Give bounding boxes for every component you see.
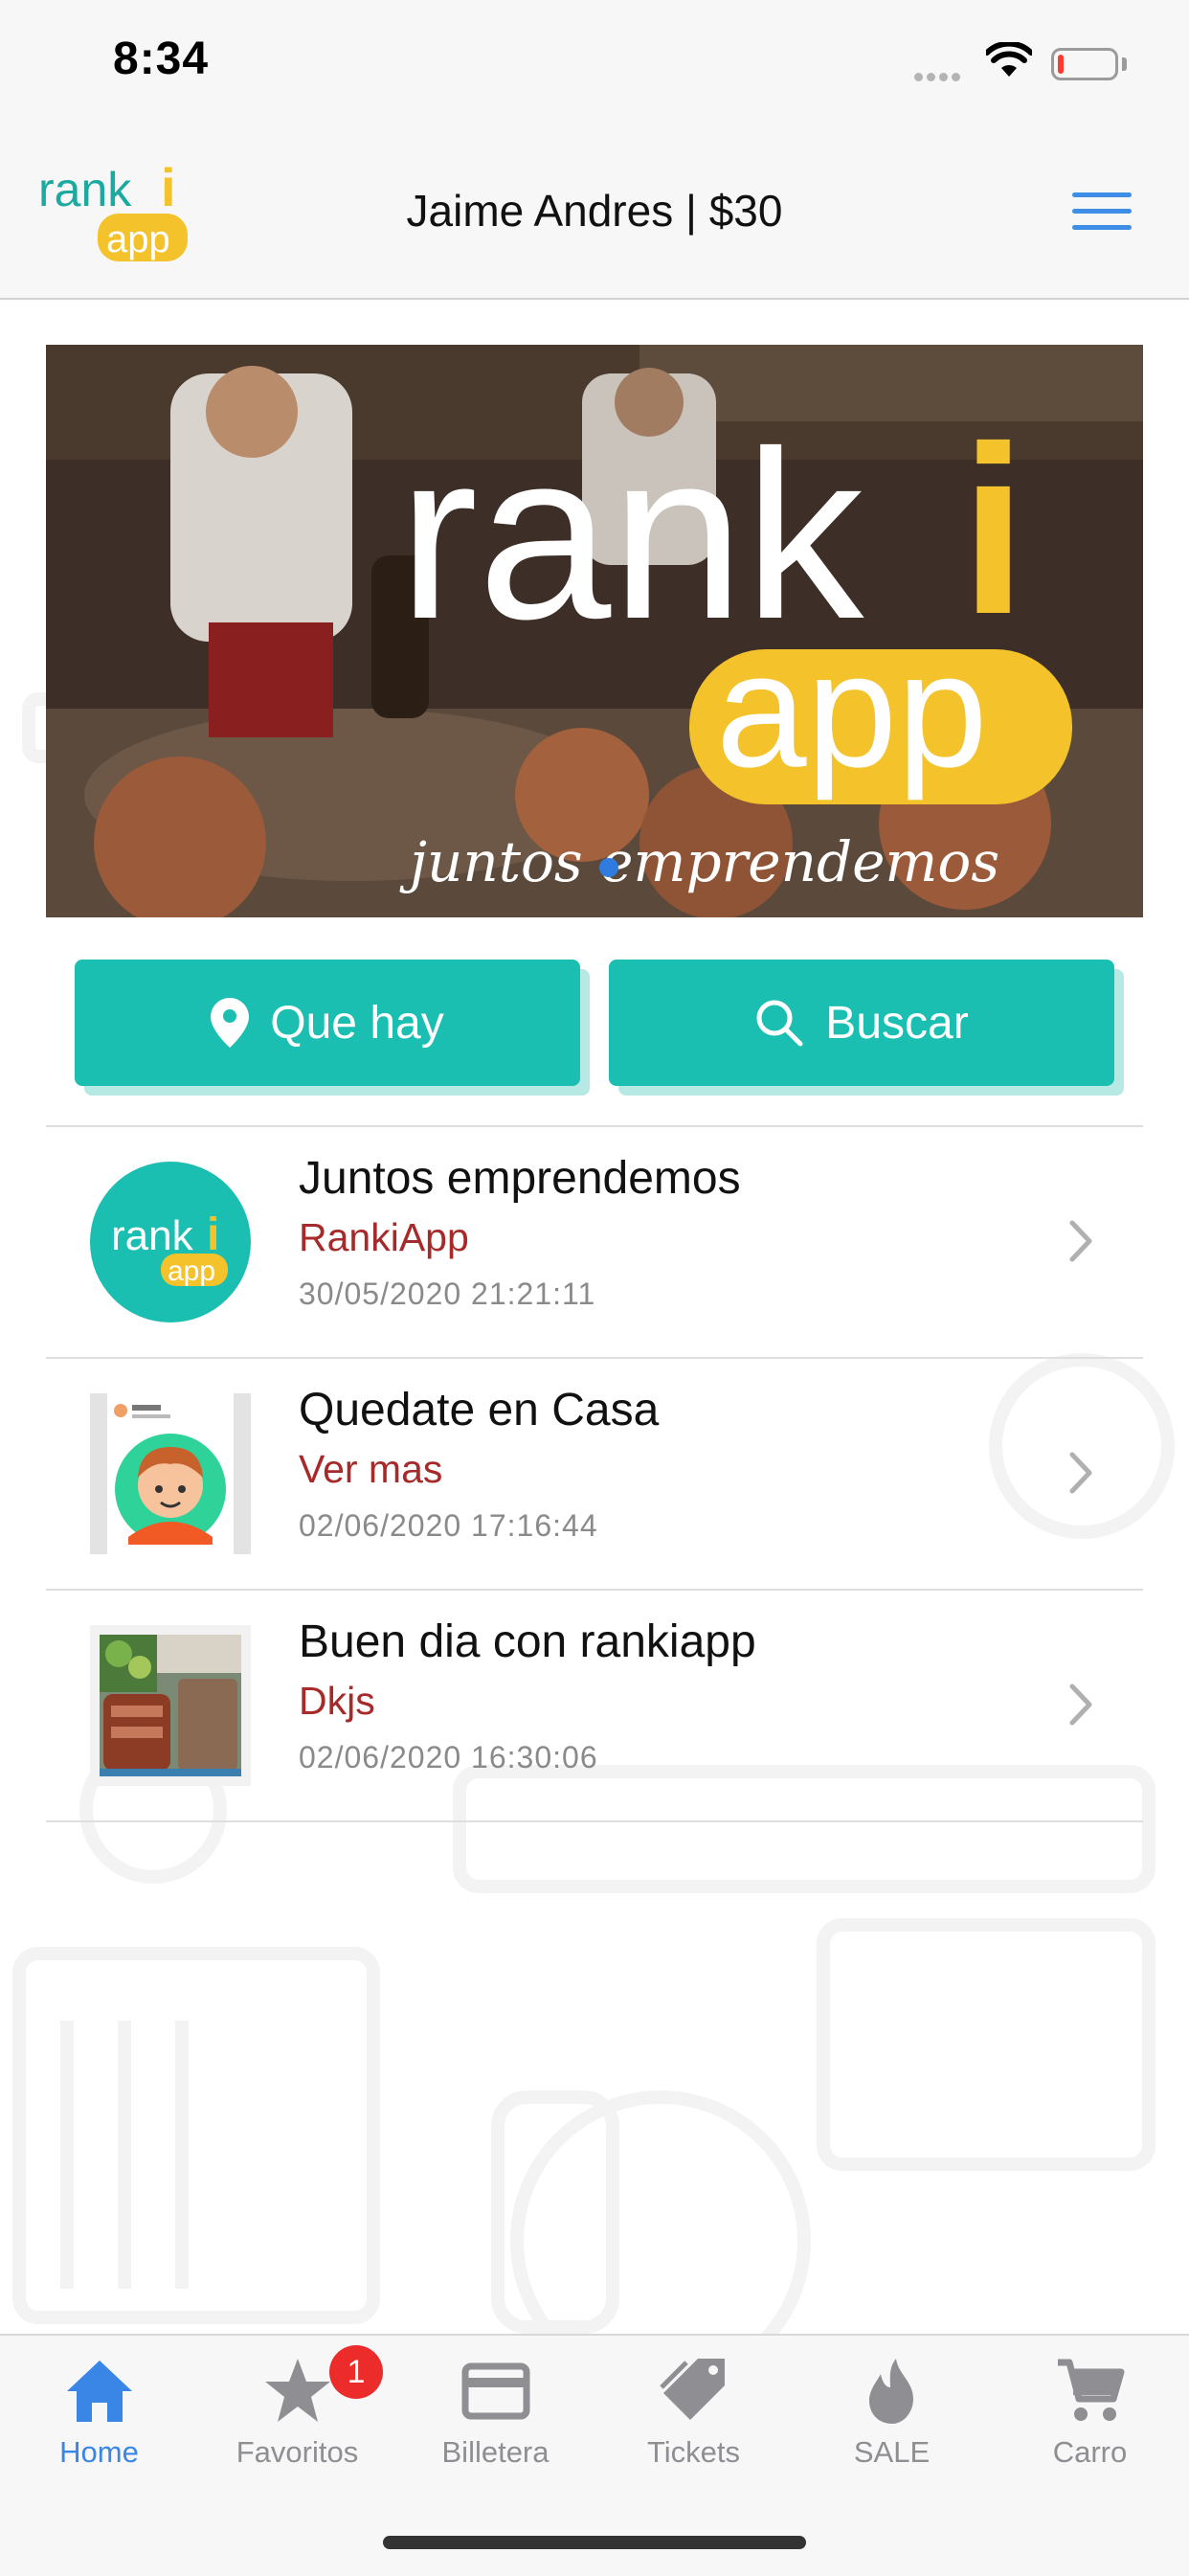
- favoritos-badge: 1: [329, 2345, 383, 2399]
- svg-text:i: i: [207, 1209, 219, 1260]
- news-list: rank i app Juntos emprendemos RankiApp 3…: [46, 1125, 1143, 1822]
- chevron-right-icon: [1069, 1220, 1092, 1262]
- status-bar: 8:34: [0, 0, 1189, 129]
- tab-tickets[interactable]: Tickets: [594, 2336, 793, 2508]
- carousel-page-indicator[interactable]: [599, 858, 618, 882]
- news-subtitle: Dkjs: [299, 1679, 375, 1723]
- news-date: 02/06/2020 16:30:06: [299, 1740, 598, 1774]
- que-hay-button[interactable]: Que hay: [75, 960, 580, 1086]
- list-item[interactable]: Quedate en Casa Ver mas 02/06/2020 17:16…: [46, 1359, 1143, 1591]
- wifi-icon: [986, 42, 1032, 77]
- list-item[interactable]: Buen dia con rankiapp Dkjs 02/06/2020 16…: [46, 1591, 1143, 1822]
- tab-label: SALE: [853, 2435, 931, 2469]
- tab-billetera[interactable]: Billetera: [396, 2336, 594, 2508]
- location-pin-icon: [211, 998, 250, 1048]
- tab-carro[interactable]: Carro: [991, 2336, 1189, 2508]
- star-icon: [265, 2359, 330, 2422]
- chevron-right-icon: [1069, 1452, 1092, 1494]
- battery-cap: [1122, 57, 1127, 71]
- flame-icon: [869, 2359, 913, 2424]
- news-date: 30/05/2020 21:21:11: [299, 1277, 596, 1311]
- tab-label: Tickets: [646, 2435, 741, 2469]
- tab-label: Favoritos: [236, 2435, 359, 2469]
- home-icon: [67, 2361, 132, 2422]
- svg-text:rank: rank: [111, 1212, 194, 1259]
- chevron-right-icon: [1069, 1683, 1092, 1726]
- avatar-post-thumbnail: [90, 1393, 251, 1554]
- tab-sale[interactable]: SALE: [793, 2336, 991, 2508]
- cart-icon: [1058, 2359, 1125, 2421]
- hamburger-menu-icon[interactable]: [1072, 192, 1132, 233]
- buscar-label: Buscar: [825, 997, 969, 1049]
- status-time: 8:34: [113, 34, 210, 84]
- que-hay-label: Que hay: [270, 997, 444, 1049]
- cellular-signal-icon: [914, 69, 964, 86]
- news-title: Quedate en Casa: [299, 1385, 660, 1435]
- app-header: rank i app Jaime Andres | $30: [0, 129, 1189, 300]
- svg-text:juntos emprendemos: juntos emprendemos: [399, 829, 999, 894]
- tab-home[interactable]: Home: [0, 2336, 198, 2508]
- news-title: Juntos emprendemos: [299, 1153, 741, 1204]
- banner-image: rank i app juntos emprendemos: [46, 345, 1143, 917]
- list-item[interactable]: rank i app Juntos emprendemos RankiApp 3…: [46, 1127, 1143, 1359]
- battery-icon: [1051, 48, 1118, 80]
- svg-text:app: app: [716, 620, 988, 802]
- search-icon: [754, 998, 804, 1048]
- news-subtitle: Ver mas: [299, 1447, 443, 1491]
- tag-icon: [660, 2359, 725, 2420]
- tab-label: Carro: [1052, 2435, 1128, 2469]
- buscar-button[interactable]: Buscar: [609, 960, 1114, 1086]
- food-photo-thumbnail: [90, 1625, 251, 1786]
- news-title: Buen dia con rankiapp: [299, 1616, 756, 1667]
- user-name-balance: Jaime Andres | $30: [406, 186, 783, 236]
- promo-banner-carousel[interactable]: rank i app juntos emprendemos: [46, 345, 1143, 917]
- rankiapp-logo-thumbnail: rank i app: [90, 1162, 251, 1322]
- home-indicator[interactable]: [383, 2536, 806, 2549]
- svg-text:app: app: [168, 1255, 215, 1287]
- credit-card-icon: [461, 2362, 530, 2420]
- tab-label: Home: [59, 2435, 139, 2469]
- news-date: 02/06/2020 17:16:44: [299, 1508, 598, 1543]
- tab-label: Billetera: [441, 2435, 550, 2469]
- news-subtitle: RankiApp: [299, 1215, 469, 1259]
